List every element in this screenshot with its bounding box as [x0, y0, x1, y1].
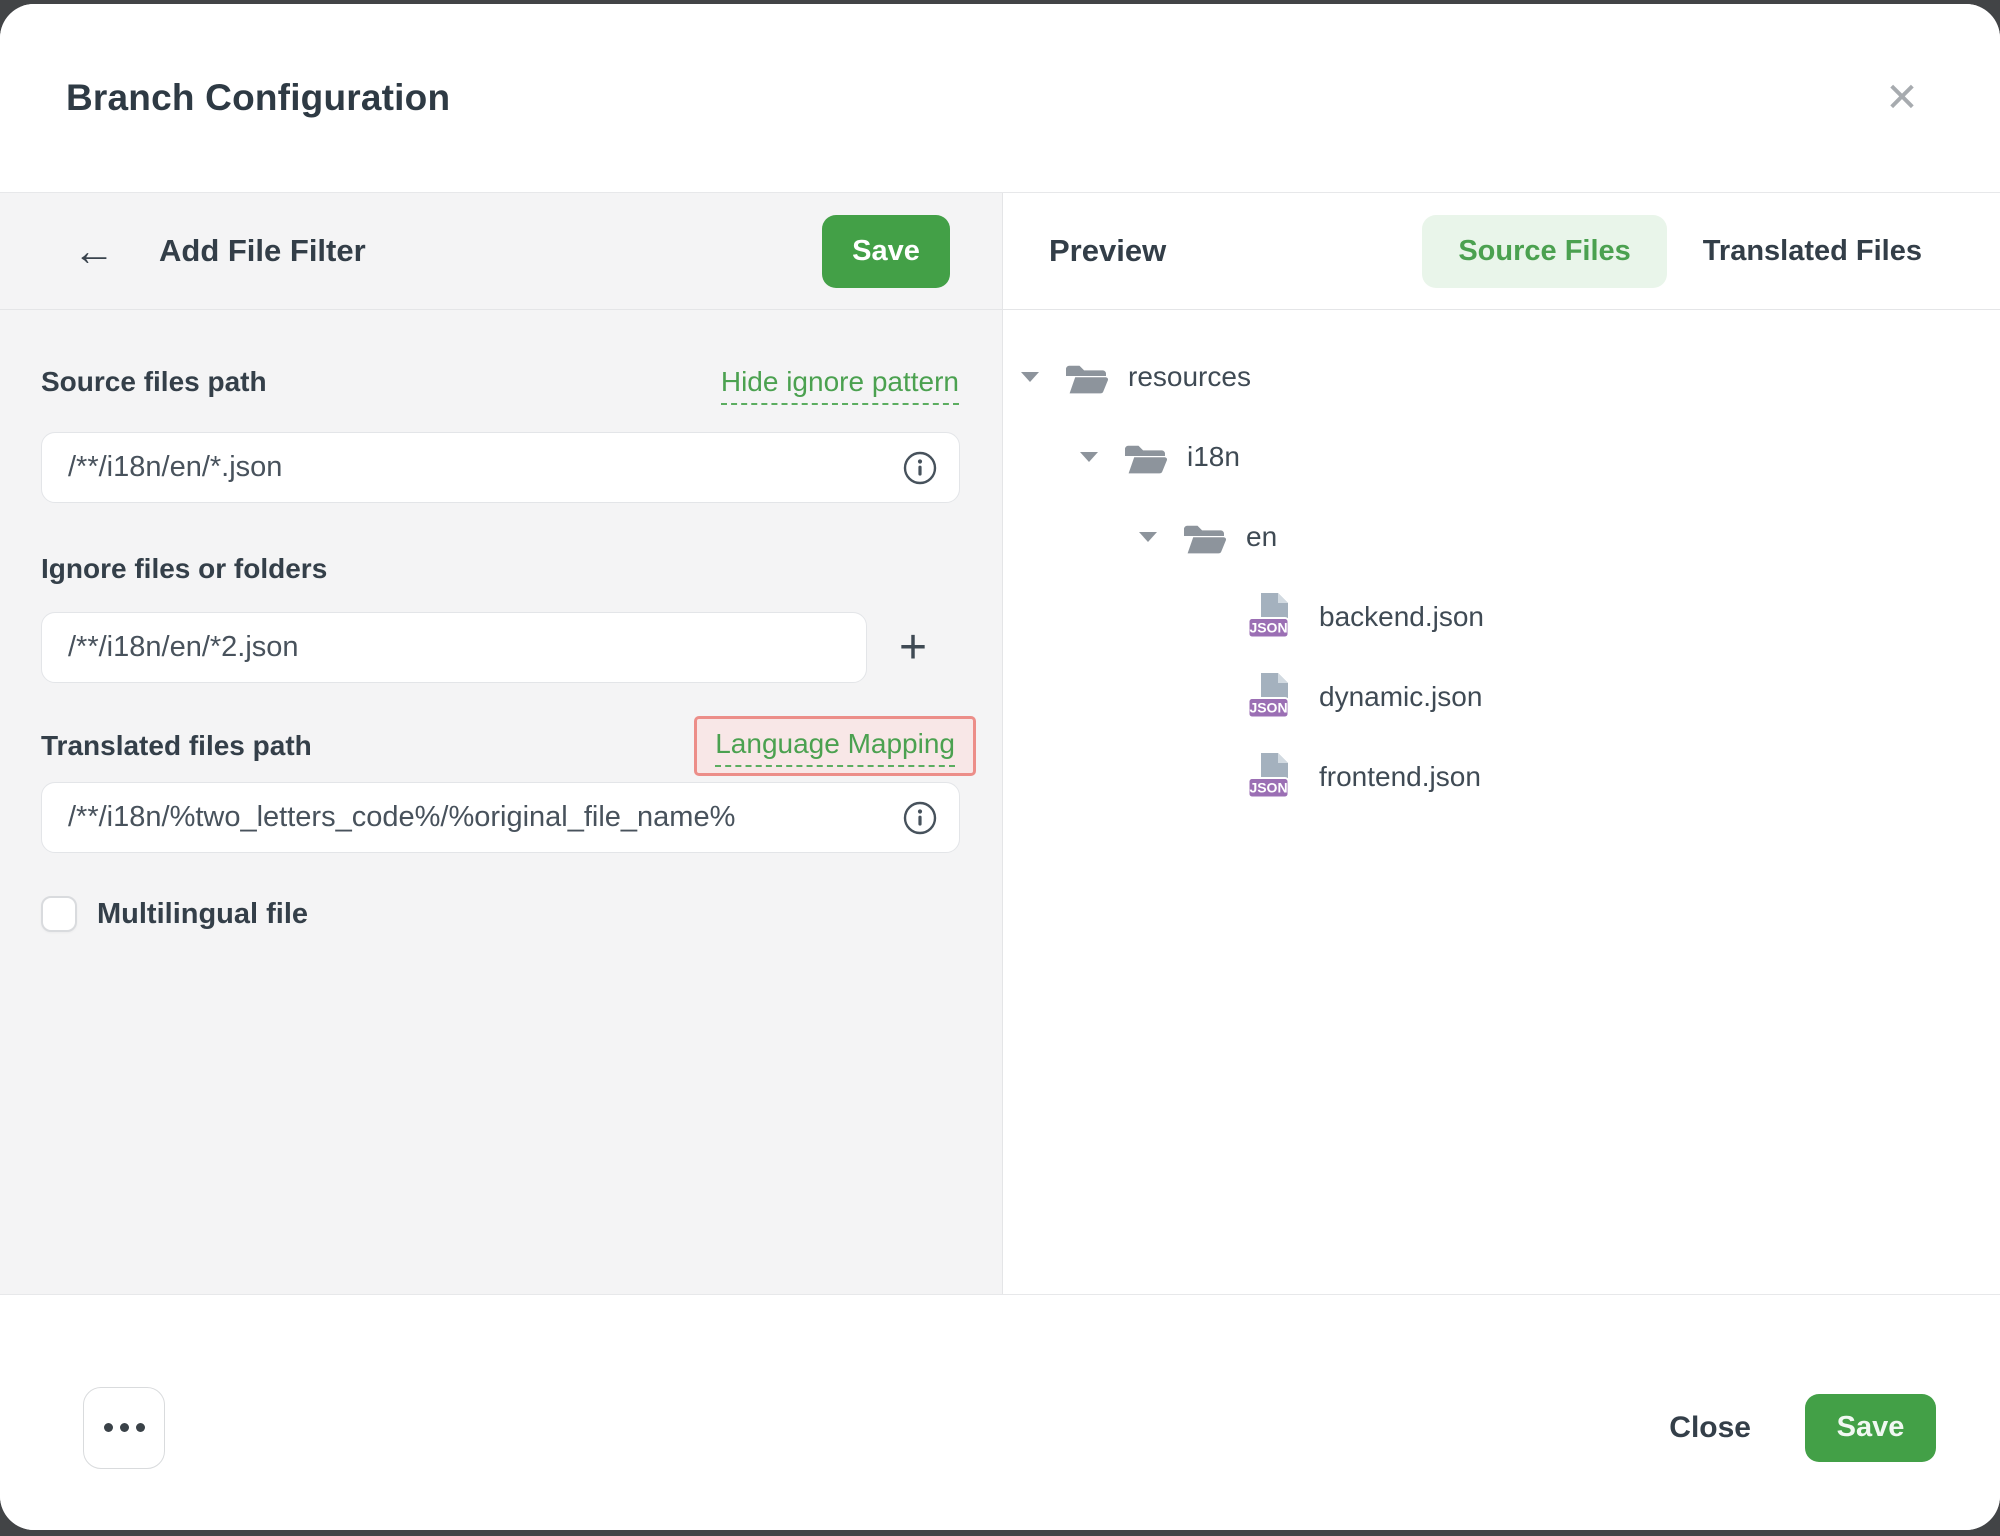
- tree-item-label: resources: [1128, 361, 1251, 393]
- preview-panel: resources i18n en JSON backend.json JSON…: [1003, 310, 2000, 1294]
- save-button[interactable]: Save: [1805, 1394, 1936, 1462]
- preview-tabs: Source Files Translated Files: [1422, 215, 2000, 288]
- info-icon[interactable]: [903, 801, 937, 835]
- file-filter-form: Source files path Hide ignore pattern Ig…: [0, 310, 1003, 1294]
- folder-icon: [1182, 520, 1226, 555]
- tree-item-label: en: [1246, 521, 1277, 553]
- svg-text:JSON: JSON: [1249, 780, 1287, 796]
- add-ignore-pattern-icon[interactable]: +: [867, 612, 959, 683]
- preview-header: Preview Source Files Translated Files: [1003, 193, 2000, 309]
- tree-item-label: frontend.json: [1319, 761, 1481, 793]
- tree-row[interactable]: JSON frontend.json: [1021, 737, 2000, 817]
- tree-row[interactable]: en: [1021, 497, 2000, 577]
- language-mapping-highlight[interactable]: Language Mapping: [694, 716, 976, 776]
- folder-icon: [1064, 360, 1108, 395]
- tab-translated-files[interactable]: Translated Files: [1667, 215, 1958, 288]
- hide-ignore-pattern-link[interactable]: Hide ignore pattern: [721, 366, 959, 405]
- caret-down-icon[interactable]: [1021, 372, 1039, 382]
- source-files-path-label: Source files path: [41, 366, 267, 398]
- filter-save-button[interactable]: Save: [822, 215, 950, 288]
- tab-source-files[interactable]: Source Files: [1422, 215, 1666, 288]
- folder-icon: [1123, 440, 1167, 475]
- info-icon[interactable]: [903, 451, 937, 485]
- tree-item-label: backend.json: [1319, 601, 1484, 633]
- ignore-files-label: Ignore files or folders: [41, 553, 959, 585]
- modal-title: Branch Configuration: [66, 77, 450, 119]
- tree-row[interactable]: i18n: [1021, 417, 2000, 497]
- tree-row[interactable]: JSON backend.json: [1021, 577, 2000, 657]
- tree-item-label: dynamic.json: [1319, 681, 1482, 713]
- file-tree: resources i18n en JSON backend.json JSON…: [1021, 337, 2000, 817]
- tree-row[interactable]: JSON dynamic.json: [1021, 657, 2000, 737]
- svg-text:JSON: JSON: [1249, 700, 1287, 716]
- json-file-icon: JSON: [1247, 592, 1299, 642]
- more-options-icon[interactable]: [83, 1387, 165, 1469]
- svg-text:JSON: JSON: [1249, 620, 1287, 636]
- json-file-icon: JSON: [1247, 752, 1299, 802]
- filter-title: Add File Filter: [159, 233, 366, 269]
- translated-files-path-input[interactable]: [41, 782, 960, 853]
- preview-title: Preview: [1049, 233, 1166, 269]
- tree-row[interactable]: resources: [1021, 337, 2000, 417]
- caret-down-icon[interactable]: [1080, 452, 1098, 462]
- caret-down-icon[interactable]: [1139, 532, 1157, 542]
- close-button[interactable]: Close: [1669, 1411, 1751, 1445]
- close-icon[interactable]: ✕: [1874, 70, 1930, 126]
- modal-titlebar: Branch Configuration ✕: [0, 4, 2000, 193]
- header-band: ← Add File Filter Save Preview Source Fi…: [0, 193, 2000, 310]
- back-arrow-icon[interactable]: ←: [73, 230, 115, 272]
- tree-item-label: i18n: [1187, 441, 1240, 473]
- filter-header: ← Add File Filter Save: [0, 193, 1003, 309]
- modal-footer: Close Save: [0, 1294, 2000, 1530]
- json-file-icon: JSON: [1247, 672, 1299, 722]
- ignore-files-input[interactable]: [41, 612, 867, 683]
- language-mapping-link[interactable]: Language Mapping: [715, 728, 955, 767]
- branch-configuration-modal: Branch Configuration ✕ ← Add File Filter…: [0, 4, 2000, 1530]
- translated-files-path-label: Translated files path: [41, 730, 312, 762]
- multilingual-file-checkbox[interactable]: [41, 896, 77, 932]
- modal-body: Source files path Hide ignore pattern Ig…: [0, 310, 2000, 1294]
- source-files-path-input[interactable]: [41, 432, 960, 503]
- multilingual-file-label: Multilingual file: [97, 898, 308, 931]
